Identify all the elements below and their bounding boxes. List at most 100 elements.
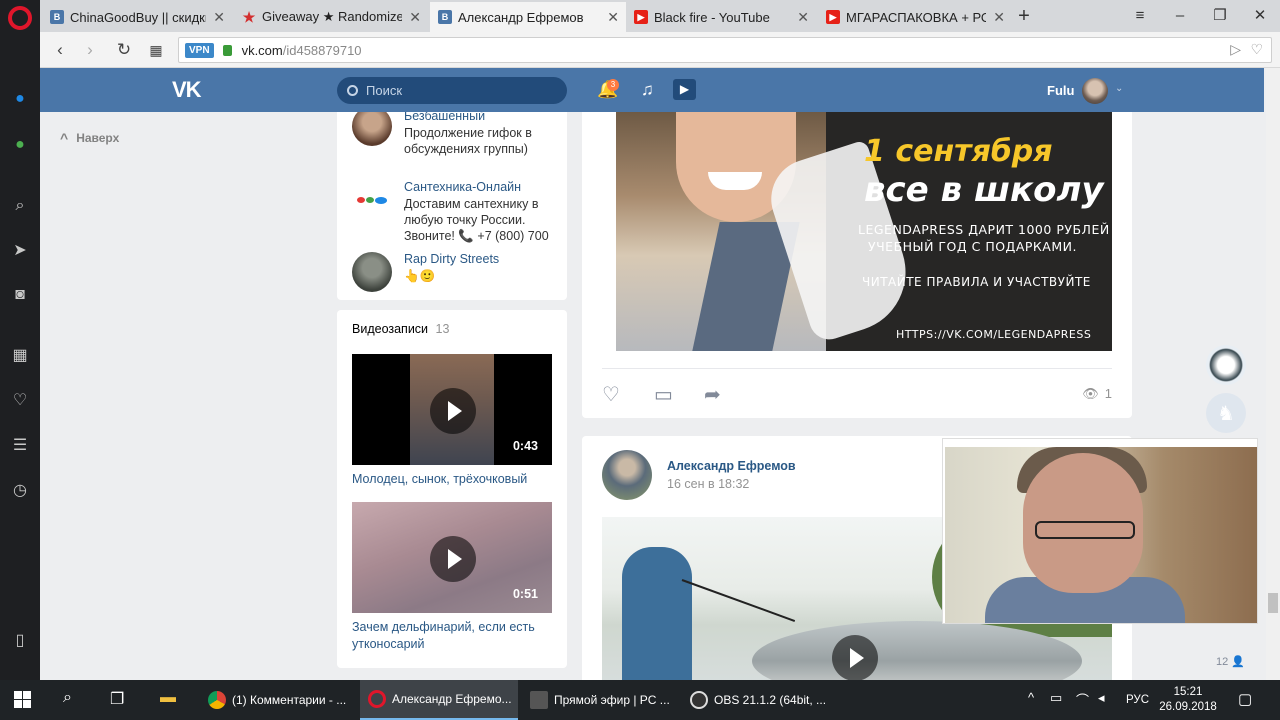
post-date[interactable]: 16 сен в 18:32 (667, 477, 749, 491)
play-icon[interactable] (832, 635, 878, 680)
vk-search[interactable] (337, 77, 567, 104)
video-item[interactable]: 0:51 Зачем дельфинарий, если есть утконо… (352, 502, 552, 653)
back-button[interactable]: ‹ (48, 38, 72, 62)
scrollbar-thumb[interactable] (1268, 593, 1278, 613)
url-field[interactable]: VPN vk.com /id458879710 ▷ ♡ (178, 37, 1272, 63)
avatar[interactable] (1206, 345, 1246, 385)
taskbar-app-opera[interactable]: Александр Ефремо... (360, 680, 518, 720)
videos-count: 13 (435, 322, 450, 336)
speed-dial-button[interactable]: ▦ (144, 38, 168, 62)
video-title[interactable]: Молодец, сынок, трёхочковый (352, 471, 552, 488)
chevron-up-icon: ^ (60, 130, 69, 146)
search-icon[interactable]: ⌕ (63, 689, 72, 707)
taskbar-app-chrome[interactable]: (1) Комментарии - ... (200, 680, 356, 720)
video-thumbnail[interactable]: 0:51 (352, 502, 552, 613)
user-icon: 👤 (1231, 656, 1246, 668)
comment-icon[interactable]: ▭ (654, 382, 673, 407)
taskbar-app-stream[interactable]: Прямой эфир | PC ... (522, 680, 678, 720)
scrollbar[interactable] (1266, 68, 1280, 680)
search-input[interactable] (366, 83, 556, 98)
forward-button[interactable]: › (78, 38, 102, 62)
community-name[interactable]: Сантехника-Онлайн (404, 180, 552, 194)
avatar[interactable] (602, 450, 652, 500)
community-name[interactable]: Безбашенный (404, 112, 552, 123)
tab-aleksandr-efremov[interactable]: В Александр Ефремов ✕ (430, 2, 626, 32)
avatar[interactable] (1082, 78, 1108, 104)
post-image[interactable]: 1 сентября все в школу LEGENDAPRESS ДАРИ… (616, 112, 1112, 351)
messenger-icon[interactable]: ● (9, 88, 31, 110)
list-item[interactable]: Rap Dirty Streets 👆🙂 (337, 252, 567, 302)
avatar[interactable] (352, 180, 392, 220)
minimize-button[interactable]: – (1168, 4, 1192, 28)
avatar[interactable] (352, 252, 392, 292)
taskbar-app-obs[interactable]: OBS 21.1.2 (64bit, ... (682, 680, 838, 720)
tab-chinagoodbuy[interactable]: В ChinaGoodBuy || скидки/ ✕ (42, 2, 232, 32)
online-friends-count[interactable]: 12 👤 (1216, 655, 1245, 668)
windows-start-icon[interactable] (14, 691, 32, 709)
search-icon[interactable]: ⌕ (9, 195, 31, 217)
close-icon[interactable]: ✕ (993, 9, 1005, 26)
tab-mgaraspakovka[interactable]: ▶ МГАРАСПАКОВКА + РОЗ ✕ (818, 2, 1012, 32)
videos-header[interactable]: Видеозаписи 13 (337, 310, 567, 336)
video-title[interactable]: Зачем дельфинарий, если есть утконосарий (352, 619, 552, 653)
music-icon[interactable]: ♫ (641, 80, 654, 100)
close-icon[interactable]: ✕ (409, 9, 421, 26)
news-icon[interactable]: ☰ (9, 435, 31, 457)
video-thumbnail[interactable]: 0:43 (352, 354, 552, 465)
sidebar-toggle-icon[interactable]: ▯ (9, 630, 31, 652)
whatsapp-icon[interactable]: ● (9, 134, 31, 156)
bookmark-heart-icon[interactable]: ♡ (1250, 41, 1263, 58)
tab-title: Black fire - YouTube (654, 9, 770, 25)
close-icon[interactable]: ✕ (797, 9, 809, 26)
list-item[interactable]: Сантехника-Онлайн Доставим сантехнику в … (337, 180, 567, 252)
close-icon[interactable]: ✕ (607, 9, 619, 26)
heart-icon[interactable]: ♡ (9, 390, 31, 412)
video-item[interactable]: 0:43 Молодец, сынок, трёхочковый (352, 354, 552, 488)
send-icon[interactable]: ➤ (9, 240, 31, 262)
user-name[interactable]: Fulu (1047, 83, 1074, 98)
avatar[interactable]: ♞ (1206, 393, 1246, 433)
divider (602, 368, 1112, 369)
post-author[interactable]: Александр Ефремов (667, 459, 796, 473)
like-heart-icon[interactable]: ♡ (602, 382, 620, 407)
scroll-top-button[interactable]: ^ Наверх (60, 130, 119, 146)
tab-black-fire[interactable]: ▶ Black fire - YouTube ✕ (626, 2, 816, 32)
tab-menu-icon[interactable]: ≡ (1128, 4, 1152, 28)
new-tab-button[interactable]: + (1012, 4, 1036, 28)
promo-text-line: ЧИТАЙТЕ ПРАВИЛА И УЧАСТВУЙТЕ (862, 275, 1091, 289)
taskbar-app-title: Прямой эфир | PC ... (554, 693, 670, 707)
chevron-down-icon[interactable]: ⌄ (1115, 83, 1123, 94)
community-name[interactable]: Rap Dirty Streets (404, 252, 499, 266)
address-bar: ‹ › ↻ ▦ VPN vk.com /id458879710 ▷ ♡ (40, 32, 1280, 68)
camera-icon[interactable]: ◙ (9, 284, 31, 306)
send-page-icon[interactable]: ▷ (1230, 41, 1241, 58)
play-icon[interactable] (430, 536, 476, 582)
history-icon[interactable]: ◷ (9, 480, 31, 502)
network-icon[interactable]: ⌒ (1076, 690, 1089, 709)
file-explorer-icon[interactable]: ▬ (160, 689, 176, 707)
tab-title: ChinaGoodBuy || скидки/ (70, 9, 206, 25)
vk-logo-icon[interactable]: VK (172, 77, 202, 103)
opera-logo-icon[interactable] (8, 6, 32, 30)
video-icon[interactable]: ▶ (673, 79, 696, 100)
list-item[interactable]: Безбашенный Продолжение гифок в обсужден… (337, 112, 567, 180)
notifications-icon[interactable]: ▢ (1238, 690, 1252, 708)
task-view-icon[interactable]: ❐ (110, 689, 124, 709)
share-icon[interactable]: ➦ (704, 382, 721, 407)
tab-giveaway[interactable]: ★ Giveaway ★ Randomizer f ✕ (234, 2, 428, 32)
speed-dial-icon[interactable]: ▦ (9, 345, 31, 367)
avatar[interactable] (352, 112, 392, 146)
lock-icon[interactable] (222, 44, 232, 56)
battery-icon[interactable]: ▭ (1050, 690, 1062, 706)
close-window-button[interactable]: ✕ (1248, 4, 1272, 28)
close-icon[interactable]: ✕ (213, 9, 225, 26)
maximize-button[interactable]: ❐ (1208, 4, 1232, 28)
clock[interactable]: 15:21 26.09.2018 (1156, 685, 1220, 715)
chevron-up-icon[interactable]: ^ (1028, 690, 1034, 705)
vpn-badge[interactable]: VPN (185, 42, 214, 58)
volume-icon[interactable]: ◂ (1098, 690, 1105, 706)
language-indicator[interactable]: РУС (1126, 694, 1149, 706)
promo-text-line: LEGENDAPRESS ДАРИТ 1000 РУБЛЕЙ (858, 222, 1110, 237)
reload-button[interactable]: ↻ (112, 38, 136, 62)
play-icon[interactable] (430, 388, 476, 434)
